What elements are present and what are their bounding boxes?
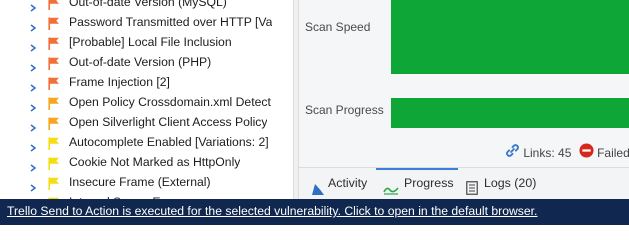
vulnerability-row[interactable]: Frame Injection [2] bbox=[0, 72, 293, 92]
scan-stats-row: Links: 45 Failed R bbox=[505, 142, 629, 164]
vulnerability-label: Out-of-date Version (PHP) bbox=[69, 55, 212, 69]
tab-activity[interactable]: Activity bbox=[307, 168, 375, 199]
vulnerability-row[interactable]: Out-of-date Version (MySQL) bbox=[0, 0, 293, 12]
scan-speed-bar bbox=[391, 0, 629, 74]
vulnerability-label: Cookie Not Marked as HttpOnly bbox=[69, 155, 241, 169]
severity-flag-icon bbox=[48, 76, 60, 90]
tab-logs[interactable]: Logs (20) bbox=[464, 168, 544, 199]
expand-chevron-icon[interactable] bbox=[29, 138, 37, 152]
tab-progress[interactable]: Progress bbox=[376, 168, 458, 199]
vulnerability-label: Open Silverlight Client Access Policy bbox=[69, 115, 268, 129]
expand-chevron-icon[interactable] bbox=[29, 78, 37, 92]
severity-flag-icon bbox=[48, 16, 60, 30]
severity-flag-icon bbox=[48, 116, 60, 130]
vulnerability-row[interactable]: Cookie Not Marked as HttpOnly bbox=[0, 152, 293, 172]
bottom-tab-bar: Activity Progress Logs (20) bbox=[299, 167, 629, 199]
expand-chevron-icon[interactable] bbox=[29, 0, 37, 12]
vulnerability-row[interactable]: Autocomplete Enabled [Variations: 2] bbox=[0, 132, 293, 152]
vulnerability-row[interactable]: Out-of-date Version (PHP) bbox=[0, 52, 293, 72]
expand-chevron-icon[interactable] bbox=[29, 158, 37, 172]
link-icon bbox=[505, 143, 520, 165]
vulnerability-label: [Probable] Local File Inclusion bbox=[69, 35, 232, 49]
severity-flag-icon bbox=[48, 176, 60, 190]
vulnerability-label: Insecure Frame (External) bbox=[69, 175, 211, 189]
severity-flag-icon bbox=[48, 56, 60, 70]
vulnerability-label: Internal Server Error bbox=[69, 192, 179, 199]
vulnerability-row[interactable]: Insecure Frame (External) bbox=[0, 172, 293, 192]
scan-progress-label: Scan Progress bbox=[305, 103, 384, 117]
severity-flag-icon bbox=[48, 96, 60, 110]
status-bar: Trello Send to Action is executed for th… bbox=[0, 199, 629, 225]
severity-flag-icon bbox=[48, 156, 60, 170]
vulnerability-row[interactable]: [Probable] Local File Inclusion bbox=[0, 32, 293, 52]
vulnerability-row[interactable]: Open Silverlight Client Access Policy bbox=[0, 112, 293, 132]
status-message-link[interactable]: Trello Send to Action is executed for th… bbox=[7, 204, 537, 218]
vulnerability-label: Password Transmitted over HTTP [Va bbox=[69, 15, 273, 29]
severity-flag-icon bbox=[48, 136, 60, 150]
tab-logs-label: Logs (20) bbox=[484, 176, 537, 190]
tab-progress-label: Progress bbox=[404, 176, 454, 190]
vulnerability-label: Open Policy Crossdomain.xml Detect bbox=[69, 95, 271, 109]
expand-chevron-icon[interactable] bbox=[29, 178, 37, 192]
expand-chevron-icon[interactable] bbox=[29, 38, 37, 52]
scan-progress-bar bbox=[391, 98, 629, 128]
scan-status-panel: Scan Speed Scan Progress Links: 45 Faile… bbox=[299, 0, 629, 199]
vulnerability-label: Out-of-date Version (MySQL) bbox=[69, 0, 227, 9]
vulnerability-label: Autocomplete Enabled [Variations: 2] bbox=[69, 135, 269, 149]
expand-chevron-icon[interactable] bbox=[29, 118, 37, 132]
expand-chevron-icon[interactable] bbox=[29, 58, 37, 72]
failed-icon bbox=[579, 143, 594, 165]
failed-requests-count: Failed R bbox=[597, 146, 629, 160]
scan-speed-label: Scan Speed bbox=[305, 20, 371, 34]
severity-flag-icon bbox=[48, 0, 60, 10]
severity-flag-icon bbox=[48, 36, 60, 50]
vulnerability-row[interactable]: Internal Server Error bbox=[0, 192, 293, 199]
vulnerability-row[interactable]: Open Policy Crossdomain.xml Detect bbox=[0, 92, 293, 112]
links-count: Links: 45 bbox=[523, 146, 572, 160]
vulnerability-label: Frame Injection [2] bbox=[69, 75, 170, 89]
vulnerability-list-panel: Out-of-date Version (MySQL) Password Tran… bbox=[0, 0, 293, 199]
tab-activity-label: Activity bbox=[328, 176, 368, 190]
vulnerability-list: Out-of-date Version (MySQL) Password Tran… bbox=[0, 0, 293, 199]
expand-chevron-icon[interactable] bbox=[29, 18, 37, 32]
vulnerability-row[interactable]: Password Transmitted over HTTP [Va bbox=[0, 12, 293, 32]
expand-chevron-icon[interactable] bbox=[29, 98, 37, 112]
